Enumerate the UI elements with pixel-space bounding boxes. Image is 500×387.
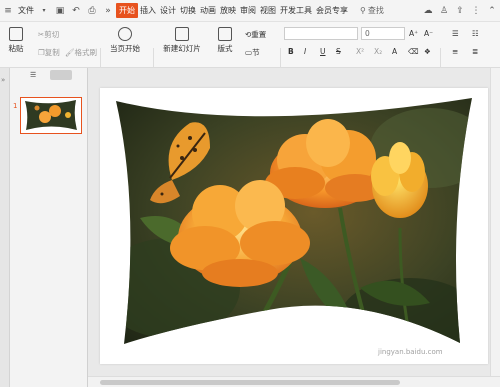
tab-0[interactable]: 开始 bbox=[116, 3, 138, 18]
play-from-current-label: 当页开始 bbox=[110, 44, 140, 53]
play-from-current-button[interactable]: 当页开始 bbox=[105, 27, 145, 54]
section-label: 节 bbox=[252, 48, 260, 57]
outline-tab-icon[interactable]: ☰ bbox=[30, 71, 42, 80]
horizontal-scrollbar[interactable] bbox=[88, 376, 500, 387]
tab-6[interactable]: 审阅 bbox=[238, 5, 258, 16]
bullets-icon[interactable]: ☰ bbox=[452, 29, 459, 38]
align-left-icon[interactable]: ≡ bbox=[452, 47, 458, 56]
layout-button[interactable]: 版式 bbox=[212, 27, 238, 54]
cloud-icon[interactable]: ☁ bbox=[423, 6, 433, 16]
save-icon[interactable]: ▣ bbox=[55, 6, 65, 16]
vertical-scrollbar[interactable] bbox=[490, 68, 500, 376]
section-button[interactable]: ▭ 节 bbox=[245, 47, 260, 58]
play-icon bbox=[118, 27, 132, 41]
numbering-icon[interactable]: ☷ bbox=[472, 29, 479, 38]
tab-2[interactable]: 设计 bbox=[158, 5, 178, 16]
paste-button[interactable]: 粘贴 bbox=[4, 27, 28, 54]
editing-canvas: Bai 经验 jingyan.baidu.com bbox=[88, 68, 500, 376]
tab-1[interactable]: 插入 bbox=[138, 5, 158, 16]
chevron-down-icon[interactable]: ▾ bbox=[39, 6, 49, 16]
tab-3[interactable]: 切换 bbox=[178, 5, 198, 16]
menu-icon[interactable]: ≡ bbox=[3, 6, 13, 16]
warped-flower-picture[interactable] bbox=[100, 88, 488, 364]
reset-label: 重置 bbox=[251, 30, 267, 39]
new-slide-icon bbox=[175, 27, 189, 41]
font-size-field[interactable]: 0 bbox=[361, 27, 405, 40]
font-color-icon[interactable]: A bbox=[392, 47, 397, 56]
panel-tabs: ☰ bbox=[10, 68, 87, 82]
superscript-icon[interactable]: X² bbox=[356, 47, 364, 56]
new-slide-button[interactable]: 新建幻灯片 bbox=[158, 27, 206, 54]
clear-format-icon[interactable]: ⌫ bbox=[408, 47, 419, 56]
font-name-field[interactable] bbox=[284, 27, 358, 40]
cut-button[interactable]: ✂ 剪切 bbox=[38, 29, 59, 40]
print-icon[interactable]: ⎙ bbox=[87, 6, 97, 16]
search-icon: ⚲ bbox=[360, 6, 366, 15]
slide[interactable] bbox=[100, 88, 488, 364]
tab-4[interactable]: 动画 bbox=[198, 5, 218, 16]
share-icon[interactable]: ⇪ bbox=[455, 6, 465, 16]
strikethrough-button[interactable]: S bbox=[336, 47, 341, 56]
cut-label: 剪切 bbox=[44, 30, 60, 39]
watermark: Bai 经验 jingyan.baidu.com bbox=[378, 330, 443, 356]
tab-9[interactable]: 会员专享 bbox=[314, 5, 350, 16]
ribbon-tabs: 开始 插入 设计 切换 动画 放映 审阅 视图 开发工具 会员专享 bbox=[116, 3, 350, 18]
bold-button[interactable]: B bbox=[288, 47, 294, 56]
watermark-url: jingyan.baidu.com bbox=[378, 348, 443, 356]
underline-button[interactable]: U bbox=[320, 47, 326, 56]
file-menu[interactable]: 文件 bbox=[16, 5, 36, 16]
more-icon[interactable]: » bbox=[103, 6, 113, 16]
search-label: 查找 bbox=[367, 6, 384, 15]
paste-label: 粘贴 bbox=[8, 44, 24, 53]
slide-number: 1 bbox=[13, 102, 18, 110]
slide-thumbnail[interactable] bbox=[20, 97, 82, 134]
layout-label: 版式 bbox=[217, 44, 233, 53]
user-icon[interactable]: ♙ bbox=[439, 6, 449, 16]
format-painter-button[interactable]: 🖌 格式刷 bbox=[65, 47, 97, 58]
layout-icon bbox=[218, 27, 232, 41]
format-painter-label: 格式刷 bbox=[74, 48, 98, 57]
menu-bar: ≡ 文件 ▾ ▣ ↶ ⎙ » 开始 插入 设计 切换 动画 放映 审阅 视图 开发工具 会员专享 … bbox=[0, 0, 500, 22]
slide-panel: ☰ 1 bbox=[10, 68, 88, 387]
collapse-strip[interactable]: » bbox=[0, 68, 10, 387]
more-options-icon[interactable]: ⋮ bbox=[471, 6, 481, 16]
paste-icon bbox=[9, 27, 23, 41]
watermark-brand: Bai 经验 bbox=[378, 333, 436, 349]
tab-5[interactable]: 放映 bbox=[218, 5, 238, 16]
expand-icon[interactable]: » bbox=[1, 76, 5, 84]
tab-8[interactable]: 开发工具 bbox=[278, 5, 314, 16]
search-box[interactable]: ⚲ 查找 bbox=[358, 5, 384, 16]
special-chars-icon[interactable]: ❖ bbox=[424, 47, 431, 56]
ribbon: 粘贴 ✂ 剪切 ❐ 复制 🖌 格式刷 当页开始 新建幻灯片 版式 ⟲ 重置 ▭ … bbox=[0, 22, 500, 84]
copy-button[interactable]: ❐ 复制 bbox=[38, 47, 60, 58]
tab-7[interactable]: 视图 bbox=[258, 5, 278, 16]
slides-tab-icon[interactable] bbox=[50, 70, 72, 80]
subscript-icon[interactable]: X₂ bbox=[374, 47, 382, 56]
collapse-icon[interactable]: ⌃ bbox=[487, 6, 497, 16]
increase-font-icon[interactable]: A⁺ bbox=[409, 29, 418, 38]
undo-icon[interactable]: ↶ bbox=[71, 6, 81, 16]
italic-button[interactable]: I bbox=[304, 47, 306, 56]
new-slide-label: 新建幻灯片 bbox=[163, 44, 201, 53]
copy-label: 复制 bbox=[44, 48, 60, 57]
align-center-icon[interactable]: ≣ bbox=[472, 47, 478, 56]
reset-button[interactable]: ⟲ 重置 bbox=[245, 29, 266, 40]
decrease-font-icon[interactable]: A⁻ bbox=[424, 29, 433, 38]
scroll-thumb[interactable] bbox=[100, 380, 400, 385]
